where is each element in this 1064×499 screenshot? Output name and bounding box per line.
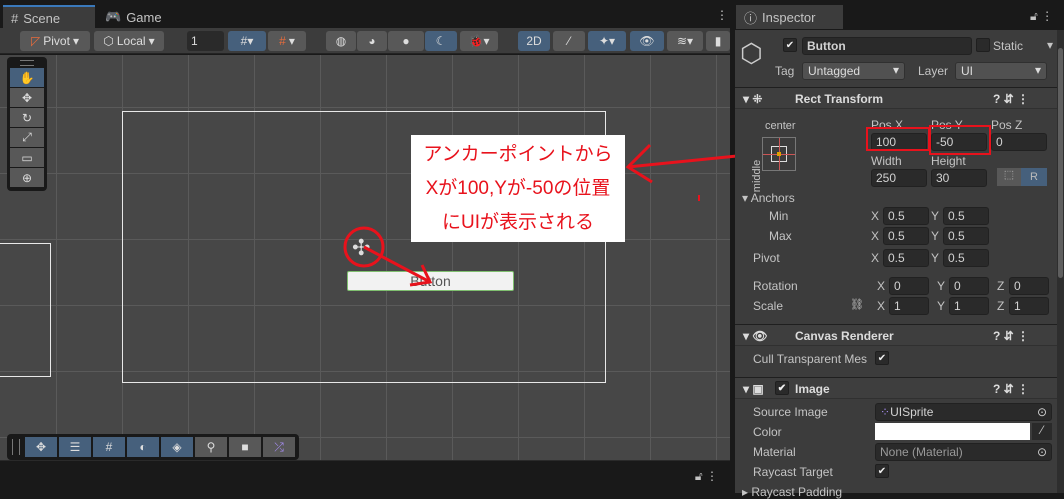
x-label: X [877, 279, 886, 293]
pivot-x-field[interactable]: 0.5 [883, 249, 929, 267]
anchor-min-y-field[interactable]: 0.5 [943, 207, 989, 225]
static-dropdown-icon[interactable]: ▾ [1047, 38, 1053, 52]
z-label: Z [997, 279, 1005, 293]
source-image-field[interactable]: ⁘UISprite ⊙ [875, 403, 1052, 421]
x-label: X [871, 251, 880, 265]
material-label: Material [753, 445, 796, 459]
scale-x-field[interactable]: 1 [889, 297, 929, 315]
scale-y-field[interactable]: 1 [949, 297, 989, 315]
cull-transparent-checkbox[interactable]: ✔ [875, 351, 889, 365]
raw-edit-button[interactable]: R [1021, 168, 1047, 186]
scale-label: Scale [753, 299, 784, 313]
inspector-panel: ⬡ ✔ Button Static ▾ Tag Untagged Layer U… [735, 30, 1064, 499]
y-label: Y [931, 229, 940, 243]
help-icon[interactable]: ? ⇵ ⋮ [993, 382, 1029, 396]
anchors-foldout[interactable]: ▾ Anchors [742, 191, 795, 205]
name-field[interactable]: Button [802, 37, 972, 55]
highlight-pos-x [866, 127, 930, 151]
rotation-y-field[interactable]: 0 [949, 277, 989, 295]
x-label: X [871, 209, 880, 223]
anchor-min-x-field[interactable]: 0.5 [883, 207, 929, 225]
y-label: Y [937, 279, 946, 293]
info-icon: ⓘ [744, 10, 758, 26]
object-picker-icon[interactable]: ⊙ [1037, 445, 1047, 459]
scrollbar[interactable] [1057, 30, 1064, 493]
static-label: Static [993, 39, 1024, 53]
anchor-max-x-field[interactable]: 0.5 [883, 227, 929, 245]
x-label: X [877, 299, 886, 313]
gameobject-cube-icon: ⬡ [740, 38, 763, 68]
max-label: Max [769, 229, 792, 243]
y-label: Y [937, 299, 946, 313]
height-field[interactable]: 30 [931, 169, 987, 187]
help-icon[interactable]: ? ⇵ ⋮ [993, 329, 1029, 343]
rect-transform-header[interactable]: ▾ ⁜ Rect Transform? ⇵ ⋮ [735, 87, 1057, 109]
image-enabled-checkbox[interactable]: ✔ [775, 381, 789, 395]
tag-dropdown[interactable]: Untagged [802, 62, 905, 80]
help-icon[interactable]: ? ⇵ ⋮ [993, 92, 1029, 106]
layer-dropdown[interactable]: UI [955, 62, 1047, 80]
layer-label: Layer [918, 64, 949, 78]
object-picker-icon[interactable]: ⊙ [1037, 405, 1047, 419]
tab-inspector[interactable]: ⓘ Inspector [736, 5, 843, 29]
width-field[interactable]: 250 [871, 169, 927, 187]
anchor-max-y-field[interactable]: 0.5 [943, 227, 989, 245]
source-image-label: Source Image [753, 405, 828, 419]
raycast-target-label: Raycast Target [753, 465, 833, 479]
anchor-presets-button[interactable] [762, 137, 796, 171]
min-label: Min [769, 209, 789, 223]
height-label: Height [931, 154, 966, 168]
eyedropper-icon[interactable]: ⁄ [1032, 423, 1052, 440]
lock-icon[interactable]: 🔓︎ ⋮ [1030, 9, 1053, 24]
rotation-x-field[interactable]: 0 [889, 277, 929, 295]
constrain-proportions-icon[interactable]: ⛓ [850, 298, 864, 311]
y-label: Y [931, 209, 940, 223]
x-label: X [871, 229, 880, 243]
y-label: Y [931, 251, 940, 265]
z-label: Z [997, 299, 1005, 313]
anchor-h-label: center [765, 120, 796, 132]
image-header[interactable]: ▾ ▣ ✔ Image? ⇵ ⋮ [735, 377, 1057, 399]
width-label: Width [871, 154, 902, 168]
pos-z-field[interactable]: 0 [991, 133, 1047, 151]
rotation-label: Rotation [753, 279, 798, 293]
highlight-pos-y [929, 125, 991, 155]
cull-transparent-label: Cull Transparent Mes [753, 352, 868, 366]
pivot-label: Pivot [753, 251, 780, 265]
color-label: Color [753, 425, 782, 439]
pivot-y-field[interactable]: 0.5 [943, 249, 989, 267]
sprite-icon: ⁘ [880, 405, 891, 419]
raycast-target-checkbox[interactable]: ✔ [875, 464, 889, 478]
blueprint-mode-button[interactable]: ⬚ [997, 168, 1021, 186]
canvas-renderer-header[interactable]: ▾ 👁 Canvas Renderer? ⇵ ⋮ [735, 324, 1057, 346]
raycast-padding-foldout[interactable]: ▸ Raycast Padding [742, 485, 842, 499]
tag-label: Tag [775, 64, 795, 78]
color-swatch[interactable] [875, 423, 1030, 440]
rotation-z-field[interactable]: 0 [1009, 277, 1049, 295]
static-checkbox[interactable] [976, 38, 990, 52]
material-field[interactable]: None (Material) ⊙ [875, 443, 1052, 461]
pos-z-label: Pos Z [991, 118, 1023, 132]
active-checkbox[interactable]: ✔ [783, 38, 797, 52]
scale-z-field[interactable]: 1 [1009, 297, 1049, 315]
